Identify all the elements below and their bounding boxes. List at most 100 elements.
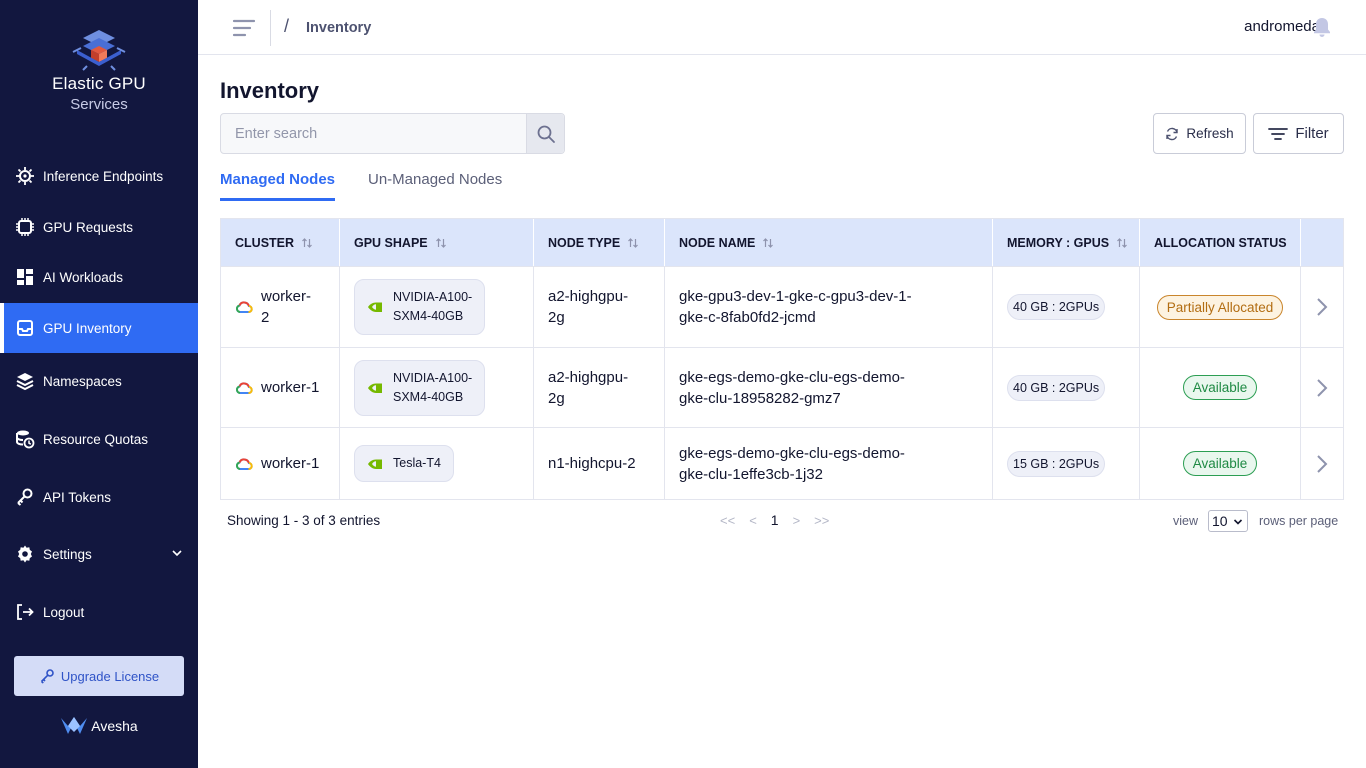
node-type-cell: a2-highgpu- 2g <box>534 348 665 427</box>
key-icon <box>40 669 54 684</box>
upgrade-license-label: Upgrade License <box>60 668 160 684</box>
memory-cell: 40 GB : 2GPUs <box>993 267 1140 347</box>
column-header-gpu-shape[interactable]: GPU SHAPE <box>340 219 534 266</box>
chevron-right-icon[interactable] <box>1316 454 1328 474</box>
rows-per-page-select[interactable]: 10 <box>1208 510 1248 532</box>
database-clock-icon <box>15 429 35 449</box>
gpu-shape-label: Tesla-T4 <box>393 456 441 470</box>
inventory-table: CLUSTER GPU SHAPE NODE TYPE NODE NAME ME… <box>220 218 1344 500</box>
row-expand[interactable] <box>1301 267 1343 347</box>
gpu-shape-cell: NVIDIA-A100- SXM4-40GB <box>340 348 534 427</box>
sidebar-item-label: Inference Endpoints <box>43 168 164 184</box>
cluster-name: worker- 2 <box>261 288 312 326</box>
cluster-cell: worker-1 <box>221 348 340 427</box>
sidebar-item-label: GPU Requests <box>43 219 134 235</box>
column-header-node-type[interactable]: NODE TYPE <box>534 219 665 266</box>
memory-chip: 40 GB : 2GPUs <box>1007 294 1106 320</box>
pagination: << < 1 > >> <box>720 512 843 528</box>
avesha-label: Avesha <box>91 718 138 734</box>
table-row[interactable]: worker-1 Tesla-T4 n1-highcpu-2 gke-egs-d… <box>221 427 1343 499</box>
status-badge: Partially Allocated <box>1156 294 1284 320</box>
sidebar-item-settings[interactable]: Settings <box>0 529 198 579</box>
column-header-node-name[interactable]: NODE NAME <box>665 219 993 266</box>
sidebar-item-logout[interactable]: Logout <box>0 587 198 637</box>
nvidia-icon <box>368 383 382 393</box>
node-type-cell: n1-highcpu-2 <box>534 428 665 499</box>
sidebar-item-inference-endpoints[interactable]: Inference Endpoints <box>0 151 198 201</box>
sort-icon <box>435 237 446 248</box>
nvidia-icon <box>368 459 382 469</box>
table-header: CLUSTER GPU SHAPE NODE TYPE NODE NAME ME… <box>221 219 1343 266</box>
first-page-button[interactable]: << <box>720 513 735 528</box>
gpu-shape-chip: Tesla-T4 <box>354 445 454 482</box>
table-row[interactable]: worker- 2 NVIDIA-A100- SXM4-40GB a2-highgp… <box>221 266 1343 347</box>
elastic-gpu-logo-icon <box>72 30 126 71</box>
breadcrumb-separator: / <box>284 16 290 36</box>
logout-icon <box>15 602 35 622</box>
gear-icon <box>15 544 35 564</box>
menu-toggle-icon[interactable] <box>232 18 256 38</box>
filter-label: Filter <box>1295 125 1329 142</box>
sidebar-item-gpu-inventory[interactable]: GPU Inventory <box>0 303 198 353</box>
prev-page-button[interactable]: < <box>749 513 757 528</box>
sidebar-item-namespaces[interactable]: Namespaces <box>0 356 198 406</box>
google-cloud-icon <box>235 457 253 470</box>
cluster-cell: worker- 2 <box>221 267 340 347</box>
filter-button[interactable]: Filter <box>1253 113 1344 154</box>
sidebar-item-gpu-requests[interactable]: GPU Requests <box>0 202 198 252</box>
view-label: view <box>1173 514 1199 528</box>
column-header-cluster[interactable]: CLUSTER <box>221 219 340 266</box>
next-page-button[interactable]: > <box>793 513 801 528</box>
memory-cell: 40 GB : 2GPUs <box>993 348 1140 427</box>
node-name-cell: gke-gpu3-dev-1-gke-c-gpu3-dev-1- gke-c-8f… <box>665 267 993 347</box>
sidebar-item-resource-quotas[interactable]: Resource Quotas <box>0 414 198 464</box>
username[interactable]: andromeda <box>1244 18 1320 35</box>
chip-gear-icon <box>15 166 35 186</box>
table-row[interactable]: worker-1 NVIDIA-A100- SXM4-40GB a2-highgp… <box>221 347 1343 427</box>
rows-per-page-label: rows per page <box>1259 514 1339 528</box>
breadcrumb[interactable]: Inventory <box>306 20 371 36</box>
current-page[interactable]: 1 <box>771 512 779 528</box>
row-expand[interactable] <box>1301 348 1343 427</box>
nvidia-icon <box>368 302 382 312</box>
rows-per-page-value: 10 <box>1212 513 1228 529</box>
sort-icon <box>628 237 639 248</box>
key-icon <box>15 487 35 507</box>
node-type-cell: a2-highgpu- 2g <box>534 267 665 347</box>
sidebar-item-label: AI Workloads <box>43 269 124 285</box>
sort-icon <box>763 237 774 248</box>
search-button[interactable] <box>526 114 564 153</box>
chevron-right-icon[interactable] <box>1316 378 1328 398</box>
avesha-brand: Avesha <box>0 716 198 736</box>
search-box <box>220 113 565 154</box>
node-name-cell: gke-egs-demo-gke-clu-egs-demo-gke-clu-1e… <box>665 428 993 499</box>
sidebar-item-api-tokens[interactable]: API Tokens <box>0 472 198 522</box>
bell-icon[interactable] <box>1312 16 1332 38</box>
sidebar-item-ai-workloads[interactable]: AI Workloads <box>0 252 198 302</box>
google-cloud-icon <box>235 301 253 313</box>
brand: Elastic GPU Services <box>0 26 198 113</box>
gpu-shape-label: NVIDIA-A100- SXM4-40GB <box>393 290 473 323</box>
cluster-name: worker-1 <box>261 379 320 396</box>
gpu-shape-chip: NVIDIA-A100- SXM4-40GB <box>354 279 486 335</box>
refresh-button[interactable]: Refresh <box>1153 113 1246 154</box>
column-header-memory-gpus[interactable]: MEMORY : GPUS <box>993 219 1140 266</box>
last-page-button[interactable]: >> <box>814 513 829 528</box>
row-expand[interactable] <box>1301 428 1343 499</box>
search-input[interactable] <box>221 114 527 153</box>
upgrade-license-button[interactable]: Upgrade License <box>14 656 184 696</box>
status-cell: Available <box>1140 348 1301 427</box>
google-cloud-icon <box>235 381 253 394</box>
avesha-logo-icon <box>61 717 88 734</box>
memory-chip: 40 GB : 2GPUs <box>1007 374 1106 401</box>
column-header-allocation-status: ALLOCATION STATUS <box>1140 219 1301 266</box>
status-cell: Available <box>1140 428 1301 499</box>
chevron-right-icon[interactable] <box>1316 297 1328 317</box>
chevron-down-icon <box>1233 519 1243 525</box>
sort-icon <box>302 237 312 248</box>
tab-managed-nodes[interactable]: Managed Nodes <box>220 171 336 201</box>
node-name-cell: gke-egs-demo-gke-clu-egs-demo-gke-clu-18… <box>665 348 993 427</box>
memory-chip: 15 GB : 2GPUs <box>1007 450 1106 477</box>
tab-un-managed-nodes[interactable]: Un-Managed Nodes <box>368 171 502 198</box>
refresh-icon <box>1166 127 1179 140</box>
